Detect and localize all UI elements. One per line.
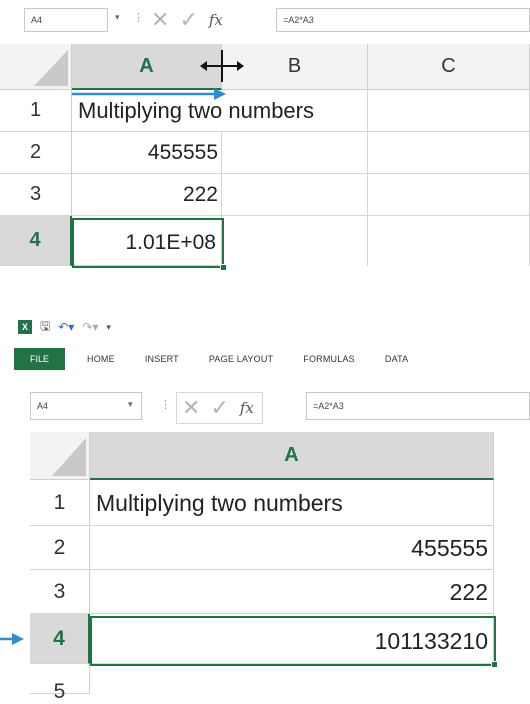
cell-a1-text: Multiplying two numbers bbox=[78, 98, 314, 123]
row-header-2[interactable]: 2 bbox=[0, 132, 72, 174]
row-label-3: 3 bbox=[29, 183, 42, 205]
cell-b2[interactable] bbox=[222, 132, 368, 174]
name-box-dropdown-icon[interactable]: ▾ bbox=[115, 12, 120, 23]
save-icon[interactable]: 🖫 bbox=[40, 317, 50, 338]
cell-a4-b-text: 101133210 bbox=[374, 627, 488, 654]
tab-data[interactable]: DATA bbox=[385, 354, 408, 364]
row-label-2-b: 2 bbox=[53, 535, 66, 559]
cell-a2-text: 455555 bbox=[147, 141, 218, 164]
name-box-dropdown-icon-2[interactable]: ▾ bbox=[128, 399, 133, 410]
name-box-2[interactable]: A4 bbox=[30, 392, 142, 420]
cell-a3-b-text: 222 bbox=[449, 578, 488, 605]
enter-icon-2[interactable]: ✓ bbox=[210, 397, 228, 419]
cell-a3-text: 222 bbox=[182, 183, 218, 206]
cell-a4-text: 1.01E+08 bbox=[125, 231, 216, 254]
fill-handle-2[interactable] bbox=[491, 661, 498, 668]
row-label-1: 1 bbox=[29, 99, 42, 121]
row-header-4[interactable]: 4 bbox=[0, 216, 72, 266]
name-box-value: A4 bbox=[31, 15, 43, 25]
tab-home[interactable]: HOME bbox=[87, 354, 115, 364]
cell-b3[interactable] bbox=[222, 174, 368, 216]
column-label-b: B bbox=[287, 55, 302, 77]
cell-a1-b-text: Multiplying two numbers bbox=[96, 489, 343, 516]
cell-a3-b[interactable] bbox=[90, 570, 494, 614]
formula-text: =A2*A3 bbox=[283, 15, 314, 25]
insert-function-icon-2[interactable]: fx bbox=[240, 399, 254, 417]
formula-text-2: =A2*A3 bbox=[313, 401, 344, 411]
tab-formulas[interactable]: FORMULAS bbox=[303, 354, 355, 364]
column-label-a: A bbox=[139, 54, 154, 77]
column-resize-cursor-icon bbox=[200, 50, 244, 82]
row-label-3-b: 3 bbox=[53, 579, 66, 603]
cancel-icon[interactable]: ✕ bbox=[151, 9, 169, 31]
cell-c3[interactable] bbox=[368, 174, 530, 216]
excel-logo-icon: X bbox=[18, 320, 32, 334]
row-label-4-b: 4 bbox=[53, 626, 65, 650]
row-header-1[interactable]: 1 bbox=[0, 90, 72, 132]
column-label-c: C bbox=[441, 55, 456, 77]
formula-bar-separator-icon-2: ⋮ bbox=[160, 399, 171, 411]
redo-icon[interactable]: ↷▾ bbox=[82, 320, 98, 334]
undo-icon[interactable]: ↶▾ bbox=[58, 320, 74, 334]
column-header-a-2[interactable]: A bbox=[90, 432, 494, 480]
insert-function-icon[interactable]: fx bbox=[209, 11, 223, 29]
name-box[interactable]: A4 bbox=[24, 8, 108, 32]
row-label-5-b: 5 bbox=[53, 680, 66, 703]
select-all-triangle-icon bbox=[34, 49, 68, 86]
row-header-1-b[interactable]: 1 bbox=[30, 480, 90, 526]
row-label-2: 2 bbox=[29, 141, 42, 163]
cell-a2-b-text: 455555 bbox=[411, 534, 488, 561]
row-header-4-b[interactable]: 4 bbox=[30, 614, 90, 664]
row-header-3-b[interactable]: 3 bbox=[30, 570, 90, 614]
tab-page-layout[interactable]: PAGE LAYOUT bbox=[209, 354, 273, 364]
cell-c2[interactable] bbox=[368, 132, 530, 174]
cell-b4[interactable] bbox=[222, 216, 368, 266]
select-all-triangle-icon-2 bbox=[52, 437, 86, 476]
column-header-c[interactable]: C bbox=[368, 44, 530, 90]
cell-c1[interactable] bbox=[368, 90, 530, 132]
row-label-4: 4 bbox=[29, 229, 41, 251]
cell-c4[interactable] bbox=[368, 216, 530, 266]
formula-bar-2[interactable]: =A2*A3 bbox=[306, 392, 530, 420]
row-header-3[interactable]: 3 bbox=[0, 174, 72, 216]
column-label-a-2: A bbox=[284, 443, 299, 466]
enter-icon[interactable]: ✓ bbox=[179, 9, 197, 31]
formula-bar[interactable]: =A2*A3 bbox=[276, 8, 530, 32]
row-label-1-b: 1 bbox=[53, 490, 66, 514]
formula-bar-separator-icon: ⋮ bbox=[133, 12, 144, 24]
tab-file[interactable]: FILE bbox=[14, 348, 66, 370]
row-header-2-b[interactable]: 2 bbox=[30, 526, 90, 570]
pointer-arrow-icon-2 bbox=[0, 633, 24, 645]
cancel-icon-2[interactable]: ✕ bbox=[182, 397, 200, 419]
customize-toolbar-icon[interactable]: ▾ bbox=[106, 322, 111, 333]
row-header-5-b[interactable]: 5 bbox=[30, 664, 90, 703]
tab-insert[interactable]: INSERT bbox=[145, 354, 179, 364]
name-box-value-2: A4 bbox=[37, 401, 49, 411]
select-all-corner[interactable] bbox=[0, 44, 72, 90]
select-all-corner-2[interactable] bbox=[30, 432, 90, 480]
